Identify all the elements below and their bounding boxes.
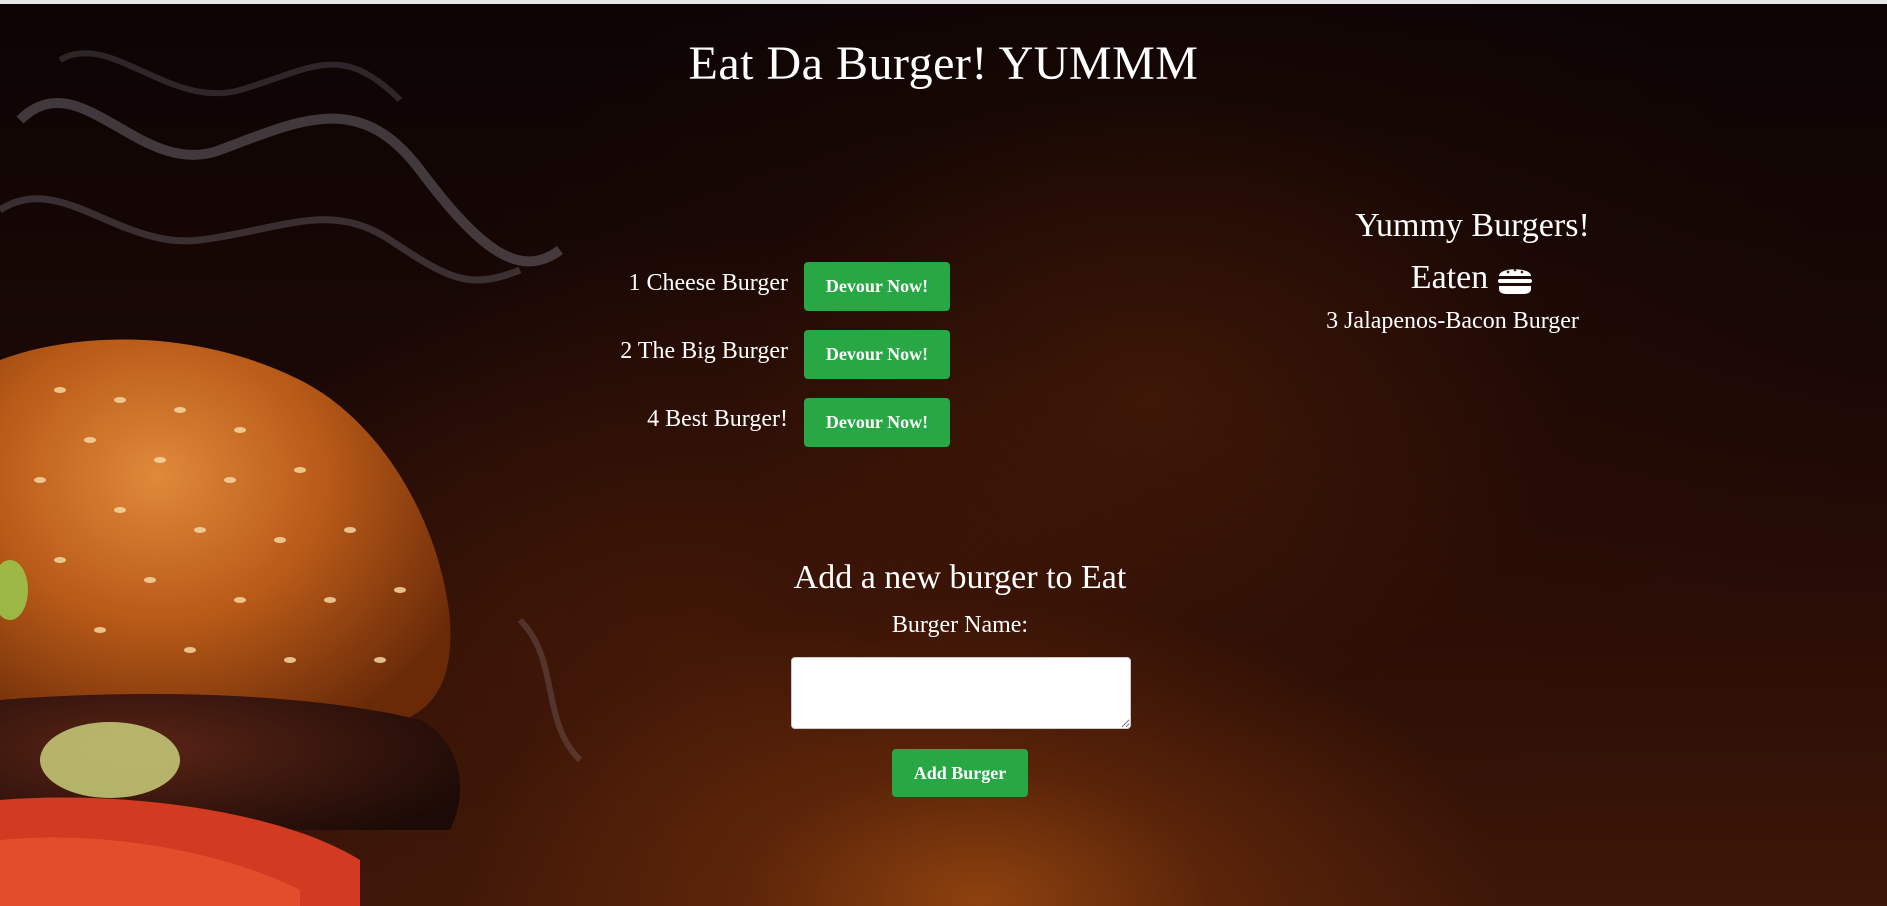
list-item: 2 The Big Burger Devour Now! — [520, 330, 950, 379]
devour-button[interactable]: Devour Now! — [804, 398, 950, 447]
burgers-to-eat-list: 1 Cheese Burger Devour Now! 2 The Big Bu… — [520, 262, 950, 466]
devoured-burgers-panel: Yummy Burgers! Eaten 3 Jalapenos-Bacon B… — [1300, 200, 1645, 335]
burger-name-input[interactable] — [791, 657, 1131, 729]
add-burger-form: Add a new burger to Eat Burger Name: Add… — [760, 556, 1160, 797]
list-item: 4 Best Burger! Devour Now! — [520, 398, 950, 447]
page: Eat Da Burger! YUMMM 1 Cheese Burger Dev… — [0, 0, 1887, 906]
devoured-title-line2-wrapper: Eaten — [1411, 252, 1534, 304]
list-item: 1 Cheese Burger Devour Now! — [520, 262, 950, 311]
devour-button[interactable]: Devour Now! — [804, 262, 950, 311]
devoured-title-line2: Eaten — [1410, 259, 1489, 296]
devoured-item: 3 Jalapenos-Bacon Burger — [1326, 308, 1579, 334]
devoured-title-line1: Yummy Burgers! — [1355, 207, 1590, 244]
burger-name: 1 Cheese Burger — [628, 270, 788, 296]
burger-name: 2 The Big Burger — [620, 338, 788, 364]
burger-name-label: Burger Name: — [891, 612, 1029, 638]
add-form-title: Add a new burger to Eat — [793, 559, 1127, 596]
burger-name: 4 Best Burger! — [647, 406, 788, 432]
page-title: Eat Da Burger! YUMMM — [688, 37, 1199, 90]
add-burger-button[interactable]: Add Burger — [892, 749, 1028, 797]
devour-button[interactable]: Devour Now! — [804, 330, 950, 379]
hamburger-icon — [1498, 268, 1533, 294]
